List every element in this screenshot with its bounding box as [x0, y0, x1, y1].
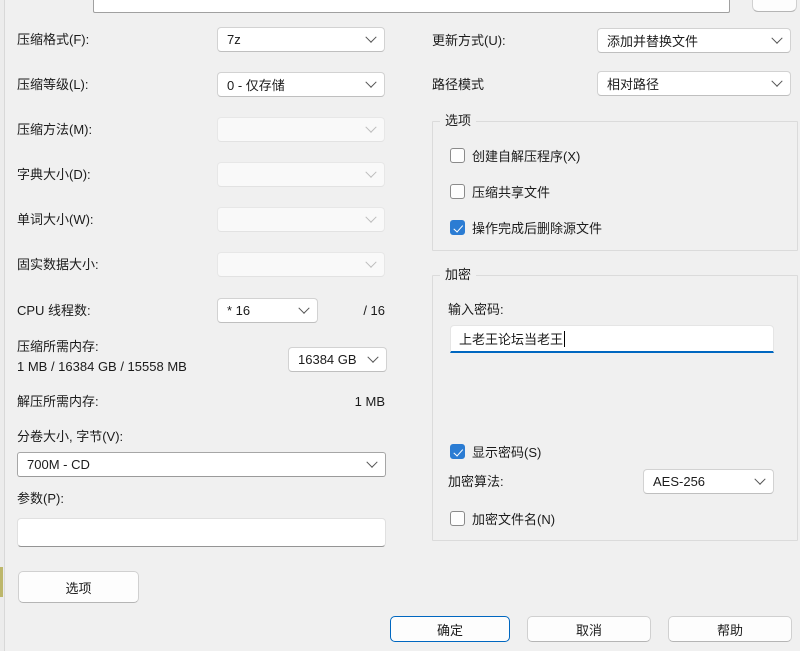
cancel-button[interactable]: 取消 — [527, 616, 651, 642]
archive-name-input[interactable] — [93, 0, 730, 13]
browse-button[interactable] — [752, 0, 797, 12]
solid-block-size-label: 固实数据大小: — [17, 257, 99, 273]
chevron-down-icon — [365, 121, 376, 132]
help-button[interactable]: 帮助 — [668, 616, 792, 642]
encryption-group-title: 加密 — [440, 268, 476, 282]
dictionary-size-label: 字典大小(D): — [17, 167, 91, 183]
solid-block-size-dropdown — [217, 252, 385, 277]
path-mode-dropdown[interactable]: 相对路径 — [597, 71, 791, 96]
encrypt-filenames-label: 加密文件名(N) — [472, 509, 555, 528]
compression-format-value: 7z — [227, 32, 367, 47]
encryption-method-value: AES-256 — [653, 474, 756, 489]
create-sfx-label: 创建自解压程序(X) — [472, 146, 580, 165]
word-size-label: 单词大小(W): — [17, 212, 94, 228]
word-size-dropdown — [217, 207, 385, 232]
options-button[interactable]: 选项 — [18, 571, 139, 603]
show-password-label: 显示密码(S) — [472, 442, 541, 461]
chevron-down-icon — [366, 456, 377, 467]
ok-button[interactable]: 确定 — [390, 616, 510, 642]
path-mode-label: 路径模式 — [432, 77, 484, 93]
encryption-method-label: 加密算法: — [448, 474, 504, 490]
chevron-down-icon — [754, 473, 765, 484]
memory-decompress-label: 解压所需内存: — [17, 394, 99, 410]
password-label: 输入密码: — [448, 302, 504, 318]
update-mode-dropdown[interactable]: 添加并替换文件 — [597, 28, 791, 53]
background-window-sliver — [0, 567, 3, 597]
path-mode-value: 相对路径 — [607, 74, 773, 93]
password-input[interactable]: 上老王论坛当老王 — [450, 325, 774, 353]
cpu-threads-dropdown[interactable]: * 16 — [217, 298, 318, 323]
text-cursor — [564, 331, 565, 347]
compression-level-label: 压缩等级(L): — [17, 77, 89, 93]
delete-after-label: 操作完成后删除源文件 — [472, 218, 602, 237]
checkbox-checked-icon[interactable] — [450, 444, 465, 459]
compression-format-dropdown[interactable]: 7z — [217, 27, 385, 52]
chevron-down-icon — [367, 351, 378, 362]
window-left-edge — [0, 0, 5, 651]
password-value: 上老王论坛当老王 — [459, 329, 563, 348]
update-mode-label: 更新方式(U): — [432, 33, 506, 49]
compress-shared-label: 压缩共享文件 — [472, 182, 550, 201]
memory-usage-dropdown[interactable]: 16384 GB — [288, 347, 387, 372]
checkbox-unchecked-icon[interactable] — [450, 148, 465, 163]
compression-format-label: 压缩格式(F): — [17, 32, 89, 48]
chevron-down-icon — [365, 211, 376, 222]
update-mode-value: 添加并替换文件 — [607, 31, 773, 50]
memory-compress-detail: 1 MB / 16384 GB / 15558 MB — [17, 359, 187, 375]
dictionary-size-dropdown — [217, 162, 385, 187]
delete-after-checkbox-row[interactable]: 操作完成后删除源文件 — [450, 218, 602, 237]
compress-shared-checkbox-row[interactable]: 压缩共享文件 — [450, 182, 550, 201]
chevron-down-icon — [365, 256, 376, 267]
volume-size-combobox[interactable]: 700M - CD — [17, 452, 386, 477]
chevron-down-icon — [771, 32, 782, 43]
create-sfx-checkbox-row[interactable]: 创建自解压程序(X) — [450, 146, 580, 165]
show-password-checkbox-row[interactable]: 显示密码(S) — [450, 442, 541, 461]
checkbox-unchecked-icon[interactable] — [450, 184, 465, 199]
cpu-threads-value: * 16 — [227, 303, 300, 318]
compression-level-value: 0 - 仅存储 — [227, 75, 367, 94]
compression-level-dropdown[interactable]: 0 - 仅存储 — [217, 72, 385, 97]
encrypt-filenames-checkbox-row[interactable]: 加密文件名(N) — [450, 509, 555, 528]
compression-method-dropdown — [217, 117, 385, 142]
volume-size-label: 分卷大小, 字节(V): — [17, 429, 123, 445]
compression-method-label: 压缩方法(M): — [17, 122, 92, 138]
memory-decompress-value: 1 MB — [320, 394, 385, 410]
memory-compress-label: 压缩所需内存: — [17, 339, 99, 355]
parameters-input[interactable] — [17, 518, 386, 547]
cpu-threads-label: CPU 线程数: — [17, 303, 91, 319]
checkbox-unchecked-icon[interactable] — [450, 511, 465, 526]
encryption-method-dropdown[interactable]: AES-256 — [643, 469, 774, 494]
parameters-label: 参数(P): — [17, 491, 64, 507]
chevron-down-icon — [365, 31, 376, 42]
chevron-down-icon — [298, 302, 309, 313]
volume-size-value: 700M - CD — [27, 457, 368, 472]
chevron-down-icon — [365, 166, 376, 177]
cpu-threads-max: / 16 — [340, 303, 385, 319]
memory-usage-value: 16384 GB — [298, 352, 369, 367]
chevron-down-icon — [365, 76, 376, 87]
checkbox-checked-icon[interactable] — [450, 220, 465, 235]
options-group-title: 选项 — [440, 114, 476, 128]
chevron-down-icon — [771, 75, 782, 86]
